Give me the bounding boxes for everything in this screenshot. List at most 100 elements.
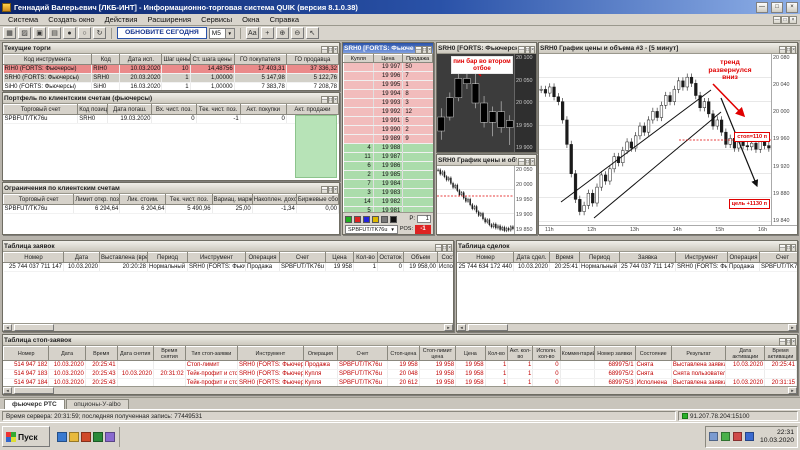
cursor-icon[interactable]: ↖ xyxy=(306,27,319,39)
close-button[interactable]: × xyxy=(530,158,535,166)
quik-connection-icon[interactable] xyxy=(745,432,754,441)
column-header[interactable]: Исполн. кол-во xyxy=(533,347,560,361)
book-row[interactable]: 19 9899 xyxy=(344,135,433,144)
book-cell[interactable] xyxy=(403,162,433,171)
column-header[interactable]: Купля xyxy=(344,55,374,63)
cell[interactable]: Продажа xyxy=(728,263,760,272)
column-header[interactable]: Инструмент xyxy=(676,253,728,263)
scroll-right-icon[interactable]: ► xyxy=(788,387,797,394)
cell[interactable]: 20 048 xyxy=(387,370,419,379)
column-header[interactable]: Результат xyxy=(671,347,726,361)
book-cell[interactable] xyxy=(344,117,374,126)
cell[interactable]: Продажа xyxy=(246,263,280,272)
table-row[interactable]: 514 947 18310.03.202020:25:4310.03.20202… xyxy=(4,370,797,379)
panel-titlebar[interactable]: Текущие торги —□× xyxy=(3,43,339,54)
cell[interactable]: 20.03.2020 xyxy=(120,74,162,83)
panel-titlebar[interactable]: SRH0 График цены и объема #3 - [5 минут]… xyxy=(539,43,797,54)
column-header[interactable]: Дата снятия xyxy=(117,347,153,361)
book-cell[interactable]: 19 997 xyxy=(373,63,403,72)
cell[interactable]: 20:25:41 xyxy=(85,361,117,370)
menu-item[interactable]: Создать окно xyxy=(43,15,99,24)
cell[interactable]: 10.03.2020 xyxy=(64,263,100,272)
book-cell[interactable]: 14 xyxy=(344,198,374,207)
cell[interactable]: 1,00000 xyxy=(190,83,234,91)
cell[interactable]: 1 xyxy=(354,263,378,272)
column-header[interactable]: Период xyxy=(148,253,188,263)
column-header[interactable]: Вх. чист. поз. xyxy=(152,105,196,115)
cell[interactable]: SRH0 (FORTS: Фьючерсы) xyxy=(676,263,728,272)
cell[interactable]: SRH0 xyxy=(92,74,120,83)
close-button[interactable]: × xyxy=(333,186,338,194)
cell[interactable]: 7 208,78 xyxy=(286,83,338,91)
close-button[interactable]: × xyxy=(791,338,796,346)
column-header[interactable]: Цена xyxy=(456,347,486,361)
close-button[interactable]: × xyxy=(791,46,796,54)
close-button[interactable]: × xyxy=(427,46,432,54)
column-header[interactable]: Номер заявки xyxy=(594,347,635,361)
column-header[interactable]: Накоплен. доход xyxy=(252,195,296,205)
cell[interactable]: 10.03.2020 xyxy=(726,361,765,370)
column-header[interactable]: Кол-во xyxy=(354,253,378,263)
column-header[interactable]: Остаток xyxy=(378,253,404,263)
candlestick-chart[interactable]: пин бар во втором отбое xyxy=(437,54,514,152)
book-cell[interactable]: 50 xyxy=(403,63,433,72)
book-cell[interactable]: 9 xyxy=(403,135,433,144)
scroll-right-icon[interactable]: ► xyxy=(788,324,797,331)
cell[interactable]: 10.03.2020 xyxy=(117,370,153,379)
book-cell[interactable] xyxy=(344,99,374,108)
min-button[interactable]: — xyxy=(321,46,328,54)
maximize-button[interactable]: □ xyxy=(771,2,783,13)
book-row[interactable]: 419 988 xyxy=(344,144,433,153)
column-header[interactable]: Стоп-цена xyxy=(387,347,419,361)
save-icon[interactable]: ▣ xyxy=(33,27,46,39)
cell[interactable]: 0 xyxy=(152,115,196,124)
table-row[interactable]: 25 744 634 172 44010.03.202020:25:41Норм… xyxy=(458,263,798,272)
column-header[interactable]: Состояние xyxy=(438,253,454,263)
book-row[interactable]: 19 9902 xyxy=(344,126,433,135)
book-cell[interactable] xyxy=(344,81,374,90)
column-header[interactable]: Дата сдел. xyxy=(514,253,550,263)
book-cell[interactable]: 19 989 xyxy=(373,135,403,144)
column-header[interactable]: Счет xyxy=(760,253,798,263)
column-header[interactable]: Заявка xyxy=(620,253,676,263)
column-header[interactable]: Номер xyxy=(458,253,514,263)
cell[interactable]: 19 958 xyxy=(419,361,455,370)
panel-titlebar[interactable]: Таблица сделок —□× xyxy=(457,241,797,252)
cell[interactable]: 6 294,64 xyxy=(74,205,120,214)
panel-titlebar[interactable]: Портфель по клиентским счетам (фьючерсы)… xyxy=(3,93,339,104)
cell[interactable]: SRH0 (FORTS: Фьючерсы) xyxy=(4,74,92,83)
cell[interactable]: 514 947 182 xyxy=(4,361,49,370)
table-row[interactable]: SPBFUT/TK76uSRH019.03.20200-101 xyxy=(4,115,339,124)
panel-titlebar[interactable]: SRH0 [FORTS: Фьючерсные контракты] #2 —□… xyxy=(437,43,536,54)
cell[interactable]: 1 xyxy=(485,370,508,379)
column-header[interactable]: Период xyxy=(580,253,620,263)
cell[interactable]: Нормальный xyxy=(580,263,620,272)
cell[interactable]: 37 336,32 xyxy=(286,65,338,74)
cell[interactable]: SPBFUT/TK76u xyxy=(337,370,387,379)
column-header[interactable]: Инструмент xyxy=(237,347,303,361)
cell[interactable]: 689975/1 xyxy=(594,361,635,370)
disconnect-icon[interactable]: ○ xyxy=(78,27,91,39)
book-cell[interactable] xyxy=(403,189,433,198)
trade-button[interactable] xyxy=(372,216,379,223)
column-header[interactable]: Торговый счет xyxy=(4,105,78,115)
cell[interactable]: SPBFUT/TK76u xyxy=(337,361,387,370)
column-header[interactable]: ГО продавца xyxy=(286,55,338,65)
column-header[interactable]: Время xyxy=(85,347,117,361)
sheet-tab[interactable]: опционы-У-albo xyxy=(66,399,129,409)
cell[interactable]: Продажа xyxy=(303,361,337,370)
column-header[interactable]: ГО покупателя xyxy=(234,55,286,65)
cell[interactable]: Выставлена заявка ТС xyxy=(671,361,726,370)
column-header[interactable]: Дата xyxy=(64,253,100,263)
column-header[interactable]: Операция xyxy=(728,253,760,263)
sheet-tab[interactable]: фьючерс РТС xyxy=(4,399,65,409)
cell[interactable]: Тейк-профит и стоп-лимит xyxy=(185,370,237,379)
column-header[interactable]: Продажа xyxy=(403,55,433,63)
candlestick-chart[interactable] xyxy=(437,166,514,234)
panel-titlebar[interactable]: Ограничения по клиентским счетам —□× xyxy=(3,183,339,194)
book-cell[interactable]: 2 xyxy=(344,171,374,180)
account-select[interactable]: SPBFUT/TK76u ▼ xyxy=(345,225,398,234)
connect-icon[interactable]: ● xyxy=(63,27,76,39)
cell[interactable]: 0 xyxy=(240,115,286,124)
antivirus-icon[interactable] xyxy=(733,432,742,441)
